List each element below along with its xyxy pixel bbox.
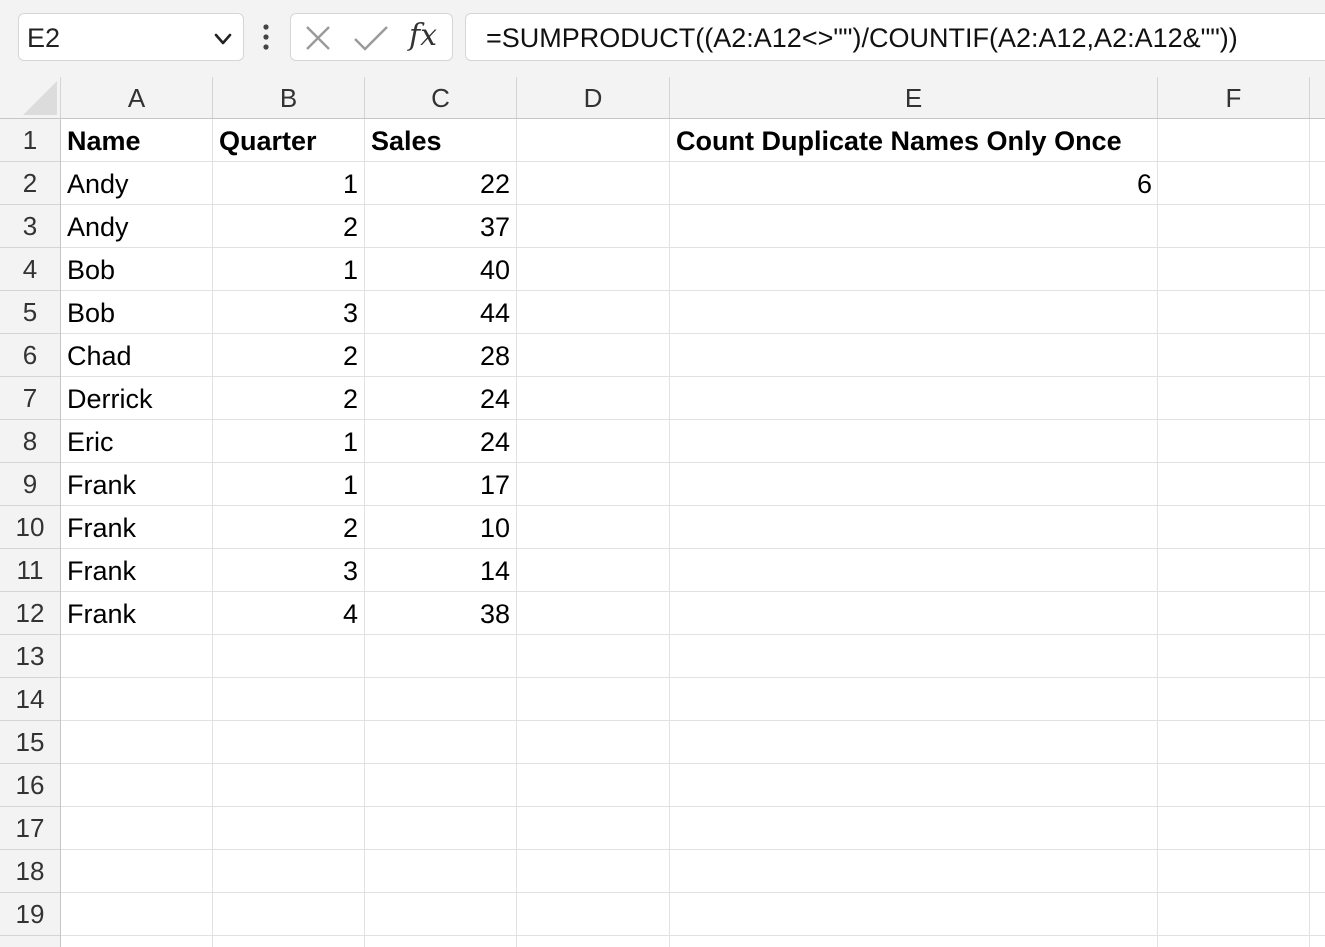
row-header[interactable]: 17 [0,807,60,850]
formula-input[interactable]: =SUMPRODUCT((A2:A12<>"")/COUNTIF(A2:A12,… [465,13,1325,61]
cell-sales[interactable]: 40 [365,248,516,290]
enter-checkmark-icon[interactable] [353,23,389,53]
cell-name[interactable]: Frank [61,592,212,634]
gridline [669,119,670,947]
cell-name[interactable]: Frank [61,506,212,548]
row-header[interactable]: 19 [0,893,60,936]
row-header[interactable]: 4 [0,248,60,291]
column-headers: A B C D E F [61,77,1325,119]
row-header[interactable]: 16 [0,764,60,807]
row-header[interactable]: 11 [0,549,60,592]
formula-bar: E2 fx =SUMPRODUCT((A2:A12<>"")/COUNTIF(A… [0,0,1325,77]
cell-quarter[interactable]: 3 [213,549,364,591]
row-header[interactable]: 2 [0,162,60,205]
formula-text: =SUMPRODUCT((A2:A12<>"")/COUNTIF(A2:A12,… [486,23,1238,53]
insert-function-icon[interactable]: fx [409,18,437,54]
cell-name[interactable]: Chad [61,334,212,376]
row-header[interactable]: 12 [0,592,60,635]
row-header[interactable]: 1 [0,119,60,162]
row-header[interactable]: 7 [0,377,60,420]
cell-sales[interactable]: 28 [365,334,516,376]
cell-quarter[interactable]: 1 [213,162,364,204]
row-header[interactable]: 14 [0,678,60,721]
cell-name[interactable]: Andy [61,205,212,247]
cell-sales[interactable]: 24 [365,377,516,419]
cell-quarter[interactable]: 3 [213,291,364,333]
cell-quarter[interactable]: 1 [213,420,364,462]
cell-e2[interactable]: 6 [670,162,1158,204]
cell-quarter[interactable]: 2 [213,205,364,247]
cell-name[interactable]: Eric [61,420,212,462]
cell-quarter[interactable]: 1 [213,463,364,505]
formula-buttons: fx [290,13,453,61]
cell-sales[interactable]: 17 [365,463,516,505]
name-box[interactable]: E2 [18,13,244,61]
row-header[interactable]: 5 [0,291,60,334]
cell-quarter[interactable]: 2 [213,334,364,376]
cell-sales[interactable]: 38 [365,592,516,634]
name-box-value: E2 [27,23,61,53]
cell-name[interactable]: Bob [61,248,212,290]
row-header[interactable]: 3 [0,205,60,248]
cell-name[interactable]: Frank [61,463,212,505]
cell-sales[interactable]: 10 [365,506,516,548]
row-header[interactable]: 8 [0,420,60,463]
row-headers: 1 2 3 4 5 6 7 8 9 10 11 12 13 14 15 16 1… [0,119,61,947]
cell-name[interactable]: Andy [61,162,212,204]
cell-sales[interactable]: 22 [365,162,516,204]
cell-a1[interactable]: Name [61,119,212,161]
cancel-icon[interactable] [303,23,333,53]
cell-c1[interactable]: Sales [365,119,516,161]
row-header[interactable]: 15 [0,721,60,764]
cell-quarter[interactable]: 2 [213,506,364,548]
cell-quarter[interactable]: 4 [213,592,364,634]
cell-name[interactable]: Bob [61,291,212,333]
column-header-a[interactable]: A [61,77,213,118]
spreadsheet-grid: A B C D E F 1 2 3 4 5 6 7 8 9 10 11 12 1… [0,77,1325,947]
cell-quarter[interactable]: 2 [213,377,364,419]
row-header[interactable]: 18 [0,850,60,893]
cell-sales[interactable]: 24 [365,420,516,462]
chevron-down-icon[interactable] [213,29,233,49]
gridline [516,119,517,947]
cell-e1[interactable]: Count Duplicate Names Only Once [670,119,1157,161]
gridline [1309,119,1310,947]
column-header-c[interactable]: C [365,77,517,118]
cell-quarter[interactable]: 1 [213,248,364,290]
cell-name[interactable]: Frank [61,549,212,591]
column-header-d[interactable]: D [517,77,670,118]
row-header[interactable]: 6 [0,334,60,377]
row-header[interactable]: 9 [0,463,60,506]
column-header-f[interactable]: F [1158,77,1310,118]
cell-area[interactable]: Name Quarter Sales Count Duplicate Names… [61,119,1325,947]
cell-sales[interactable]: 14 [365,549,516,591]
cell-name[interactable]: Derrick [61,377,212,419]
row-header[interactable]: 10 [0,506,60,549]
cell-sales[interactable]: 37 [365,205,516,247]
column-header-e[interactable]: E [670,77,1158,118]
gridline [1157,119,1158,947]
row-header[interactable]: 13 [0,635,60,678]
cell-b1[interactable]: Quarter [213,119,364,161]
cell-sales[interactable]: 44 [365,291,516,333]
more-options-icon[interactable] [258,22,274,54]
select-all-corner[interactable] [0,77,61,119]
column-header-b[interactable]: B [213,77,365,118]
select-all-triangle-icon [23,81,57,115]
